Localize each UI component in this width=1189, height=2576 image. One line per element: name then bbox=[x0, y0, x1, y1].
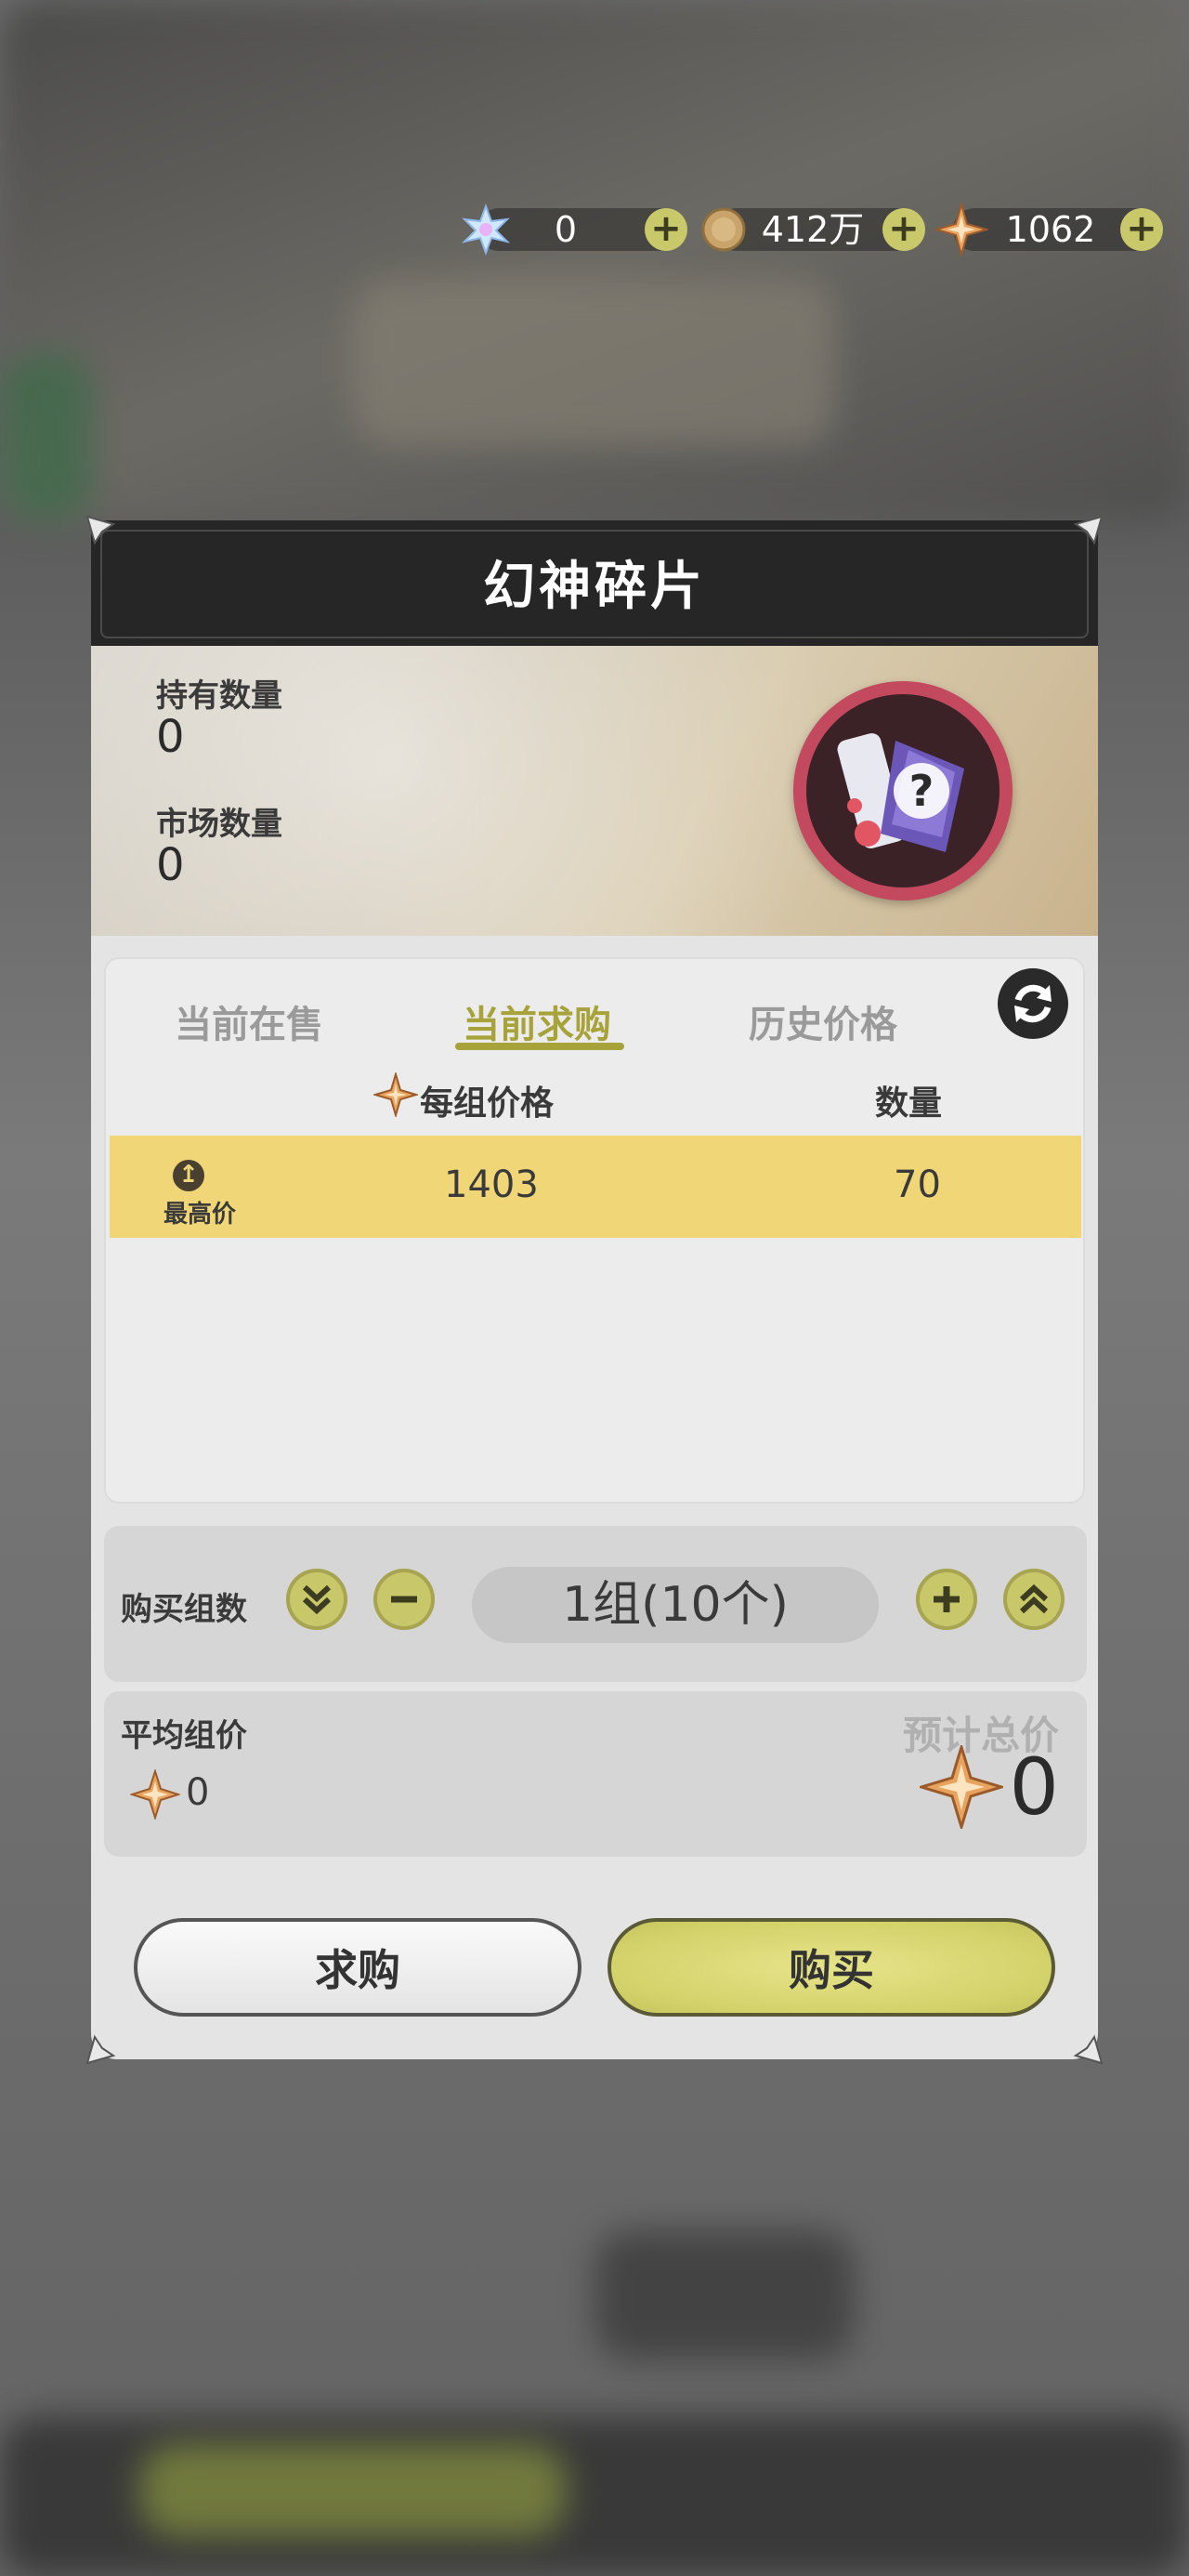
star-gem-icon bbox=[920, 1745, 1003, 1829]
refresh-icon bbox=[1014, 984, 1052, 1023]
decrease-max-button[interactable] bbox=[286, 1569, 347, 1630]
add-crystal-button[interactable]: + bbox=[645, 208, 687, 251]
buy-button[interactable]: 购买 bbox=[608, 1918, 1055, 2017]
star-gem-icon bbox=[934, 203, 988, 256]
request-button[interactable]: 求购 bbox=[134, 1918, 581, 2017]
currency-star-gem: 1062 + bbox=[934, 203, 1167, 256]
tab-price-history[interactable]: 历史价格 bbox=[749, 994, 897, 1048]
dialog-title: 幻神碎片 bbox=[483, 557, 706, 617]
refresh-button[interactable] bbox=[998, 968, 1068, 1039]
add-star-gem-button[interactable]: + bbox=[1120, 208, 1163, 251]
trade-dialog: 幻神碎片 持有数量 0 市场数量 0 ? 当前在售 当前求购 历史价格 每组价格… bbox=[85, 515, 1104, 2065]
estimated-total-value: 0 bbox=[1009, 1741, 1059, 1833]
crystal-icon bbox=[461, 204, 511, 256]
currency-crystal: 0 + bbox=[459, 203, 691, 256]
corner-ornament-icon bbox=[1073, 2034, 1104, 2065]
quantity-value[interactable]: 1组(10个) bbox=[472, 1567, 879, 1643]
star-gem-icon bbox=[130, 1769, 180, 1820]
mystery-fragment-icon: ? bbox=[837, 733, 964, 852]
item-icon[interactable]: ? bbox=[793, 681, 1013, 900]
market-quantity-value: 0 bbox=[156, 839, 185, 891]
tab-current-selling[interactable]: 当前在售 bbox=[175, 994, 323, 1048]
quantity-label: 购买组数 bbox=[121, 1591, 247, 1628]
background-blur bbox=[594, 2230, 855, 2360]
currency-value: 0 bbox=[554, 209, 578, 250]
average-price-label: 平均组价 bbox=[121, 1717, 247, 1755]
background-blur bbox=[0, 353, 93, 520]
corner-ornament-icon bbox=[1073, 515, 1104, 545]
corner-ornament-icon bbox=[85, 2034, 116, 2065]
background-blur bbox=[353, 279, 836, 446]
item-info: 持有数量 0 市场数量 0 ? bbox=[91, 646, 1098, 936]
currency-bar: 0 + 412万 + 1062 + bbox=[459, 203, 1165, 256]
row-price: 1403 bbox=[444, 1163, 539, 1206]
decrease-button[interactable] bbox=[373, 1569, 435, 1630]
total-panel: 平均组价 0 预计总价 0 bbox=[104, 1691, 1087, 1857]
minus-icon bbox=[391, 1596, 417, 1603]
coin-icon bbox=[701, 207, 746, 252]
svg-text:?: ? bbox=[909, 766, 934, 816]
column-header-price: 每组价格 bbox=[420, 1084, 555, 1123]
top-price-label: 最高价 bbox=[163, 1201, 237, 1229]
average-price-value: 0 bbox=[186, 1771, 210, 1814]
currency-value: 1062 bbox=[1005, 209, 1096, 250]
tab-current-requests[interactable]: 当前求购 bbox=[463, 994, 611, 1048]
held-quantity-value: 0 bbox=[156, 711, 185, 763]
market-panel: 当前在售 当前求购 历史价格 每组价格 数量 ↥ 最高价 1403 70 bbox=[104, 957, 1085, 1504]
quantity-panel: 购买组数 1组(10个) bbox=[104, 1526, 1087, 1682]
held-quantity-label: 持有数量 bbox=[156, 677, 282, 715]
background-blur bbox=[139, 2444, 567, 2537]
increase-button[interactable] bbox=[916, 1569, 977, 1630]
table-row[interactable]: ↥ 最高价 1403 70 bbox=[110, 1136, 1081, 1238]
corner-ornament-icon bbox=[85, 515, 116, 545]
row-quantity: 70 bbox=[894, 1163, 941, 1206]
star-gem-icon bbox=[373, 1072, 418, 1117]
currency-coin: 412万 + bbox=[697, 203, 929, 256]
active-tab-indicator bbox=[455, 1043, 624, 1050]
plus-icon bbox=[934, 1586, 960, 1612]
column-header-quantity: 数量 bbox=[875, 1084, 943, 1123]
currency-value: 412万 bbox=[761, 209, 865, 250]
dialog-header: 幻神碎片 bbox=[91, 520, 1098, 646]
add-coin-button[interactable]: + bbox=[882, 208, 925, 251]
market-quantity-label: 市场数量 bbox=[156, 806, 282, 843]
top-price-icon: ↥ bbox=[173, 1160, 204, 1191]
double-chevron-down-icon bbox=[302, 1584, 332, 1615]
double-chevron-up-icon bbox=[1019, 1584, 1049, 1614]
increase-max-button[interactable] bbox=[1003, 1569, 1065, 1630]
